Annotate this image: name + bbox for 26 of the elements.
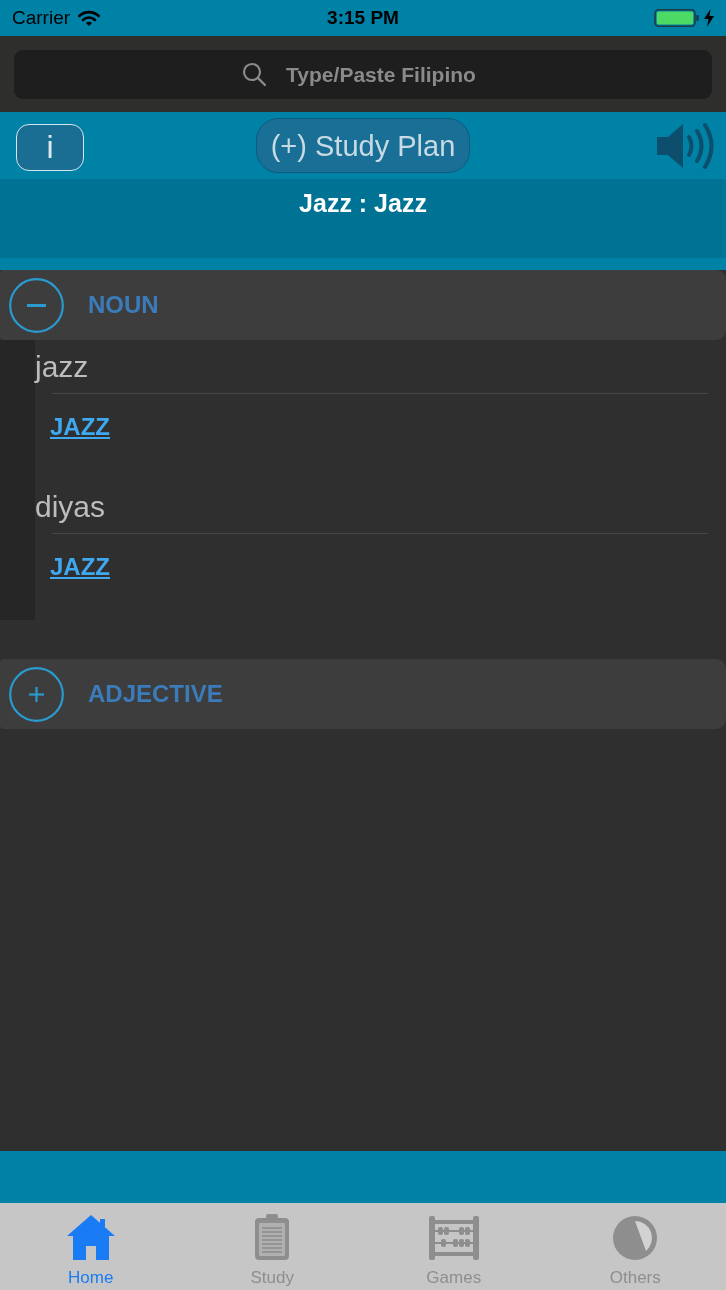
collapse-icon[interactable] (9, 277, 64, 333)
info-button[interactable]: i (16, 123, 84, 171)
study-plan-button[interactable]: (+) Study Plan (255, 118, 471, 173)
abacus-icon (428, 1216, 479, 1260)
charging-bolt-icon (704, 9, 714, 27)
battery-icon (654, 9, 699, 27)
translation-link[interactable]: JAZZ (50, 411, 110, 443)
tab[interactable]: Home (0, 1203, 182, 1290)
carrier-label: Carrier (12, 6, 71, 30)
pie-chart-icon (613, 1216, 658, 1260)
expand-icon[interactable] (9, 666, 64, 722)
clock-time: 3:15 PM (327, 6, 399, 30)
tab[interactable]: Games (363, 1203, 545, 1290)
home-icon (66, 1214, 115, 1260)
clipboard-icon (255, 1214, 290, 1260)
search-field[interactable]: Type/Paste Filipino (14, 50, 712, 99)
search-icon (242, 62, 266, 86)
entry-word: diyas (35, 489, 106, 525)
entry-title: Jazz : Jazz (299, 188, 427, 218)
wifi-icon (78, 10, 101, 26)
entry-word: jazz (35, 349, 89, 385)
translation-link[interactable]: JAZZ (50, 551, 110, 583)
section-header[interactable]: ADJECTIVE (0, 659, 726, 729)
tab[interactable]: Others (544, 1203, 726, 1290)
tab[interactable]: Study (181, 1203, 363, 1290)
section-header[interactable]: NOUN (0, 270, 726, 340)
